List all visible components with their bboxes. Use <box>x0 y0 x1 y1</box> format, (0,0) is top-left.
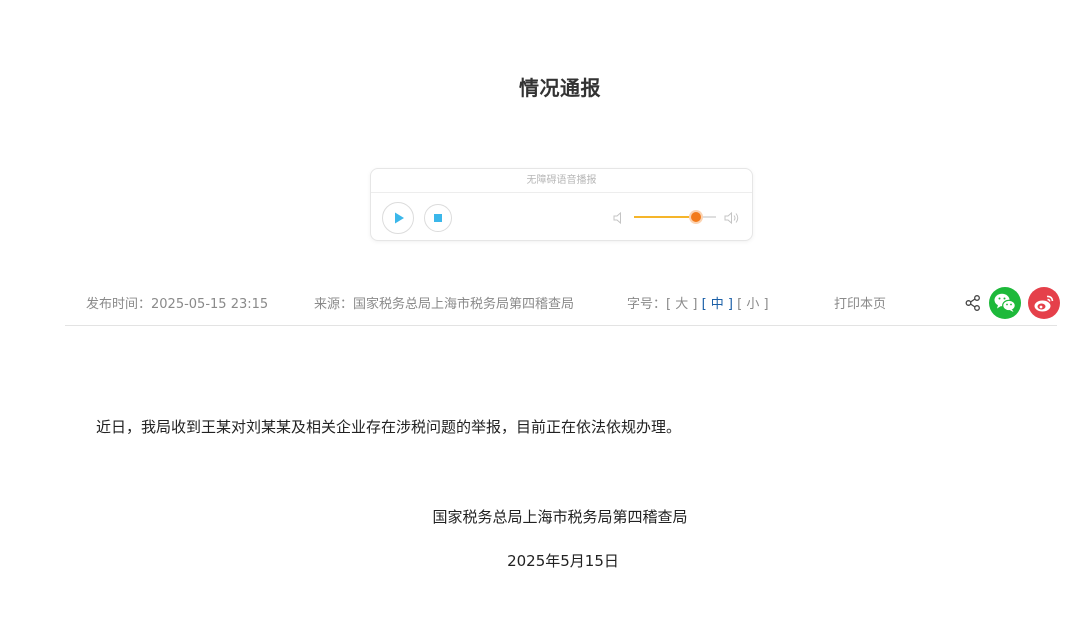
publish-time: 发布时间：2025-05-15 23:15 <box>86 293 268 312</box>
volume-fill <box>634 216 697 218</box>
volume-knob[interactable] <box>691 212 702 222</box>
font-size-control: 字号：[ 大 ] [ 中 ] [ 小 ] <box>627 293 769 312</box>
print-button[interactable]: 打印本页 <box>834 293 886 312</box>
wechat-share-button[interactable] <box>989 287 1021 319</box>
source-label: 来源： <box>314 297 354 312</box>
article-meta-bar: 发布时间：2025-05-15 23:15 来源：国家税务总局上海市税务局第四稽… <box>0 293 1087 313</box>
page-title: 情况通报 <box>519 76 601 100</box>
font-medium-button[interactable]: [ 中 ] <box>702 297 733 312</box>
signature-date: 2025年5月15日 <box>507 552 619 570</box>
signature-organization: 国家税务总局上海市税务局第四稽查局 <box>432 508 688 526</box>
publish-time-value: 2025-05-15 23:15 <box>151 297 269 312</box>
font-large-button[interactable]: [ 大 ] <box>666 297 697 312</box>
article-body: 近日，我局收到王某对刘某某及相关企业存在涉税问题的举报，目前正在依法依规办理。 <box>96 418 682 436</box>
volume-high-icon[interactable] <box>723 210 741 229</box>
volume-slider[interactable] <box>634 212 716 222</box>
player-header: 无障碍语音播报 <box>371 169 752 193</box>
audio-player: 无障碍语音播报 <box>370 168 753 241</box>
publish-time-label: 发布时间： <box>86 297 152 312</box>
play-button[interactable] <box>382 202 414 234</box>
stop-button[interactable] <box>424 204 452 232</box>
source: 来源：国家税务总局上海市税务局第四稽查局 <box>314 293 574 312</box>
font-size-label: 字号： <box>627 297 667 312</box>
font-small-button[interactable]: [ 小 ] <box>737 297 768 312</box>
meta-divider <box>65 325 1057 326</box>
weibo-share-button[interactable] <box>1028 287 1060 319</box>
source-value: 国家税务总局上海市税务局第四稽查局 <box>353 297 575 312</box>
share-icon[interactable] <box>964 294 982 316</box>
volume-low-icon[interactable] <box>612 210 626 229</box>
